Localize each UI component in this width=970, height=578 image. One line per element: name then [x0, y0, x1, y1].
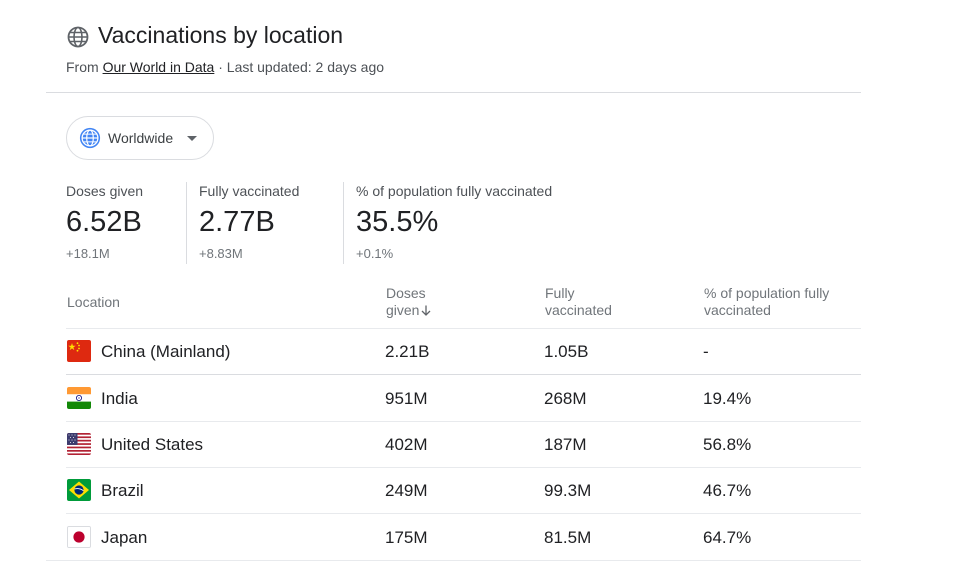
globe-icon	[67, 26, 89, 48]
brazil-flag-icon	[67, 479, 91, 501]
table-row-doses: 402M	[385, 435, 428, 454]
table-row-percent: 19.4%	[703, 389, 752, 408]
stat-change-fully: +8.83M	[199, 246, 243, 261]
stat-divider	[343, 182, 344, 264]
column-header-percent[interactable]: % of population fully vaccinated	[704, 285, 829, 319]
location-selector-label: Worldwide	[108, 130, 174, 146]
column-header-fully-line1: Fully	[545, 285, 575, 301]
column-header-fully[interactable]: Fully vaccinated	[545, 285, 612, 319]
table-divider	[66, 374, 861, 375]
table-row-doses: 2.21B	[385, 342, 430, 361]
table-row-fully: 268M	[544, 389, 587, 408]
table-row-fully: 81.5M	[544, 528, 592, 547]
table-row-percent: 56.8%	[703, 435, 752, 454]
table-row-location[interactable]: United States	[101, 435, 203, 455]
japan-flag-icon	[67, 526, 91, 548]
table-row-fully: 99.3M	[544, 481, 592, 500]
column-header-location[interactable]: Location	[67, 294, 120, 311]
last-updated: · Last updated: 2 days ago	[218, 59, 385, 75]
table-divider	[66, 467, 861, 468]
table-divider	[46, 560, 861, 561]
india-flag-icon	[67, 387, 91, 409]
stat-value-fully: 2.77B	[199, 206, 275, 238]
table-row-percent: 46.7%	[703, 481, 752, 500]
header-divider	[46, 92, 861, 93]
source-line: From Our World in Data · Last updated: 2…	[66, 59, 384, 75]
page-title: Vaccinations by location	[98, 22, 344, 48]
column-header-doses-line2: given	[386, 302, 420, 318]
source-prefix: From	[66, 59, 99, 75]
stat-value-percent: 35.5%	[356, 206, 439, 238]
china-flag-icon	[67, 340, 91, 362]
source-link[interactable]: Our World in Data	[103, 59, 215, 75]
table-row-percent: -	[703, 342, 709, 361]
globe-icon	[79, 127, 101, 149]
arrow-down-icon	[421, 305, 431, 316]
table-divider	[66, 513, 861, 514]
location-selector[interactable]: Worldwide	[66, 116, 214, 160]
table-divider	[66, 421, 861, 422]
table-row-location[interactable]: Brazil	[101, 481, 144, 501]
column-header-percent-line1: % of population fully	[704, 285, 830, 301]
column-header-doses[interactable]: Doses given	[386, 285, 431, 319]
table-divider	[66, 328, 861, 329]
table-row-fully: 1.05B	[544, 342, 589, 361]
stat-change-percent: +0.1%	[356, 246, 394, 261]
stat-label-percent: % of population fully vaccinated	[356, 183, 553, 199]
caret-down-icon	[187, 136, 197, 141]
table-row-doses: 951M	[385, 389, 428, 408]
table-row-fully: 187M	[544, 435, 587, 454]
column-header-doses-line1: Doses	[386, 285, 426, 301]
stat-label-doses: Doses given	[66, 183, 144, 199]
table-row-doses: 175M	[385, 528, 428, 547]
table-row-percent: 64.7%	[703, 528, 752, 547]
column-header-percent-line2: vaccinated	[704, 302, 771, 318]
table-row-location[interactable]: India	[101, 389, 138, 409]
table-row-doses: 249M	[385, 481, 428, 500]
stat-label-fully: Fully vaccinated	[199, 183, 300, 199]
us-flag-icon	[67, 433, 91, 455]
stat-change-doses: +18.1M	[66, 246, 110, 261]
stat-value-doses: 6.52B	[66, 206, 142, 238]
column-header-fully-line2: vaccinated	[545, 302, 612, 318]
table-row-location[interactable]: Japan	[101, 528, 147, 548]
table-row-location[interactable]: China (Mainland)	[101, 342, 230, 362]
stat-divider	[186, 182, 187, 264]
